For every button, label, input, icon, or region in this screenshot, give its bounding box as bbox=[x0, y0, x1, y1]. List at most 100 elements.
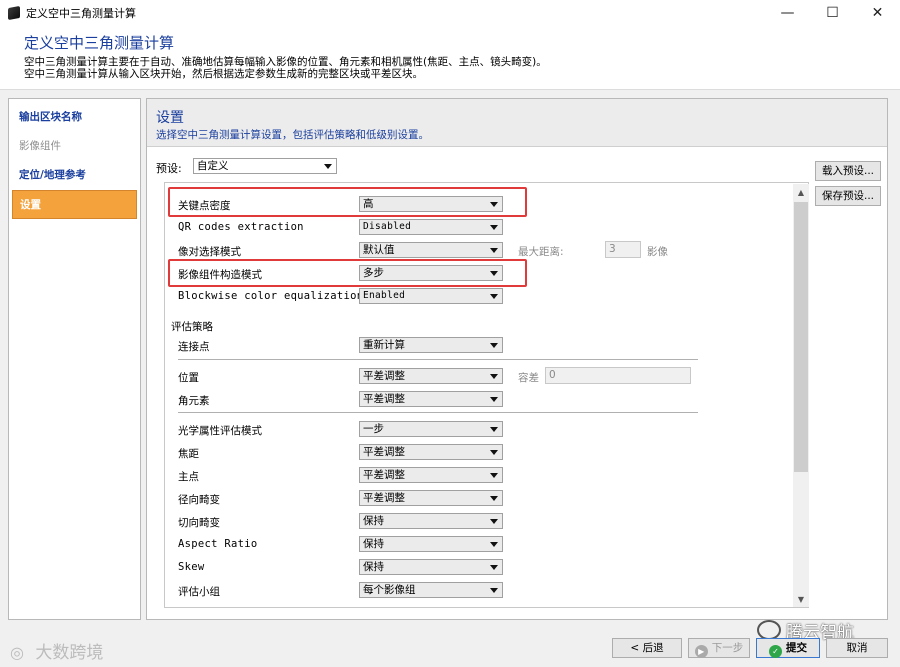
load-preset-button[interactable]: 载入预设... bbox=[815, 161, 881, 181]
radial-distortion-dropdown[interactable]: 平差调整 bbox=[359, 490, 503, 506]
wizard-steps-sidebar: 输出区块名称 影像组件 定位/地理参考 设置 bbox=[8, 98, 141, 620]
close-button[interactable]: ✕ bbox=[855, 0, 900, 26]
window-titlebar: 定义空中三角测量计算 — ☐ ✕ bbox=[0, 0, 900, 26]
chevron-down-icon bbox=[490, 225, 498, 230]
watermark-left: ◎ 大数跨境 bbox=[10, 638, 103, 663]
tangential-distortion-label: 切向畸变 bbox=[178, 517, 220, 529]
submit-label: 提交 bbox=[786, 642, 807, 654]
save-preset-button[interactable]: 保存预设... bbox=[815, 186, 881, 206]
focal-length-dropdown[interactable]: 平差调整 bbox=[359, 444, 503, 460]
principal-point-value: 平差调整 bbox=[363, 469, 405, 481]
tangential-distortion-dropdown[interactable]: 保持 bbox=[359, 513, 503, 529]
description-line-2: 空中三角测量计算从输入区块开始，然后根据选定参数生成新的完整区块或平差区块。 bbox=[24, 68, 423, 80]
strategy-section-title: 评估策略 bbox=[171, 321, 213, 333]
settings-page: 设置 选择空中三角测量计算设置，包括评估策略和低级别设置。 预设: 自定义 载入… bbox=[146, 98, 888, 620]
arrow-right-icon: ▶ bbox=[694, 645, 708, 658]
tie-points-value: 重新计算 bbox=[363, 339, 405, 351]
chevron-down-icon bbox=[490, 248, 498, 253]
chevron-down-icon bbox=[490, 374, 498, 379]
page-title: 设置 bbox=[156, 110, 184, 126]
step-positioning-georef[interactable]: 定位/地理参考 bbox=[9, 161, 140, 190]
vertical-scrollbar[interactable]: ▲ ▼ bbox=[793, 184, 809, 607]
description-line-1: 空中三角测量计算主要在于自动、准确地估算每幅输入影像的位置、角元素和相机属性(焦… bbox=[24, 56, 547, 68]
color-equalization-dropdown[interactable]: Enabled bbox=[359, 288, 503, 304]
wechat-icon bbox=[757, 620, 781, 640]
separator bbox=[178, 359, 698, 360]
pair-selection-dropdown[interactable]: 默认值 bbox=[359, 242, 503, 258]
cancel-button[interactable]: 取消 bbox=[826, 638, 888, 658]
window-title: 定义空中三角测量计算 bbox=[26, 7, 136, 20]
chevron-down-icon bbox=[490, 565, 498, 570]
chevron-down-icon bbox=[490, 343, 498, 348]
separator bbox=[178, 412, 698, 413]
arrow-left-icon: < bbox=[630, 642, 640, 654]
back-button[interactable]: < 后退 bbox=[612, 638, 682, 658]
next-label: 下一步 bbox=[711, 642, 744, 654]
preset-label: 预设: bbox=[156, 162, 182, 175]
rotation-dropdown[interactable]: 平差调整 bbox=[359, 391, 503, 407]
chevron-down-icon bbox=[490, 450, 498, 455]
submit-button[interactable]: ✓ 提交 bbox=[756, 638, 820, 658]
color-equalization-value: Enabled bbox=[363, 290, 406, 301]
qr-codes-value: Disabled bbox=[363, 221, 412, 232]
chevron-down-icon bbox=[490, 588, 498, 593]
skew-dropdown[interactable]: 保持 bbox=[359, 559, 503, 575]
highlight-box bbox=[168, 259, 527, 287]
skew-label: Skew bbox=[178, 561, 205, 573]
scroll-up-icon[interactable]: ▲ bbox=[793, 184, 809, 200]
focal-length-value: 平差调整 bbox=[363, 446, 405, 458]
minimize-button[interactable]: — bbox=[765, 0, 810, 26]
focal-length-label: 焦距 bbox=[178, 448, 199, 460]
chevron-down-icon bbox=[490, 519, 498, 524]
preset-dropdown[interactable]: 自定义 bbox=[193, 158, 337, 174]
weibo-icon: ◎ bbox=[10, 643, 24, 662]
scroll-down-icon[interactable]: ▼ bbox=[793, 591, 809, 607]
chevron-down-icon bbox=[490, 496, 498, 501]
step-settings[interactable]: 设置 bbox=[12, 190, 137, 219]
rotation-value: 平差调整 bbox=[363, 393, 405, 405]
estimation-group-dropdown[interactable]: 每个影像组 bbox=[359, 582, 503, 598]
qr-codes-dropdown[interactable]: Disabled bbox=[359, 219, 503, 235]
chevron-down-icon bbox=[490, 473, 498, 478]
maximize-button[interactable]: ☐ bbox=[810, 0, 855, 26]
skew-value: 保持 bbox=[363, 561, 384, 573]
aspect-ratio-value: 保持 bbox=[363, 538, 384, 550]
optical-mode-value: 一步 bbox=[363, 423, 384, 435]
tie-points-label: 连接点 bbox=[178, 341, 210, 353]
page-subtitle: 选择空中三角测量计算设置，包括评估策略和低级别设置。 bbox=[156, 129, 429, 141]
chevron-down-icon bbox=[490, 294, 498, 299]
color-equalization-label: Blockwise color equalization bbox=[178, 290, 364, 302]
chevron-down-icon bbox=[490, 427, 498, 432]
aspect-ratio-dropdown[interactable]: 保持 bbox=[359, 536, 503, 552]
tolerance-field: 0 bbox=[545, 367, 691, 384]
scroll-thumb[interactable] bbox=[794, 202, 808, 472]
app-icon bbox=[8, 5, 20, 21]
preset-value: 自定义 bbox=[197, 160, 229, 172]
max-distance-field: 3 bbox=[605, 241, 641, 258]
next-button: ▶ 下一步 bbox=[688, 638, 750, 658]
chevron-down-icon bbox=[324, 164, 332, 169]
step-output-block-name[interactable]: 输出区块名称 bbox=[9, 103, 140, 132]
pair-selection-value: 默认值 bbox=[363, 244, 395, 256]
tolerance-label: 容差 bbox=[518, 372, 539, 384]
tie-points-dropdown[interactable]: 重新计算 bbox=[359, 337, 503, 353]
check-icon: ✓ bbox=[769, 645, 782, 658]
position-value: 平差调整 bbox=[363, 370, 405, 382]
position-dropdown[interactable]: 平差调整 bbox=[359, 368, 503, 384]
estimation-group-label: 评估小组 bbox=[178, 586, 220, 598]
watermark-left-text: 大数跨境 bbox=[35, 643, 104, 663]
estimation-group-value: 每个影像组 bbox=[363, 584, 416, 596]
principal-point-dropdown[interactable]: 平差调整 bbox=[359, 467, 503, 483]
chevron-down-icon bbox=[490, 542, 498, 547]
optical-mode-dropdown[interactable]: 一步 bbox=[359, 421, 503, 437]
qr-codes-label: QR codes extraction bbox=[178, 221, 304, 233]
aspect-ratio-label: Aspect Ratio bbox=[178, 538, 258, 550]
radial-distortion-value: 平差调整 bbox=[363, 492, 405, 504]
wizard-title: 定义空中三角测量计算 bbox=[24, 34, 175, 52]
back-label: 后退 bbox=[642, 642, 664, 654]
radial-distortion-label: 径向畸变 bbox=[178, 494, 220, 506]
chevron-down-icon bbox=[490, 397, 498, 402]
settings-scroll-panel: 关键点密度 高 QR codes extraction Disabled 像对选… bbox=[164, 182, 809, 608]
highlight-box bbox=[168, 187, 527, 217]
tangential-distortion-value: 保持 bbox=[363, 515, 384, 527]
